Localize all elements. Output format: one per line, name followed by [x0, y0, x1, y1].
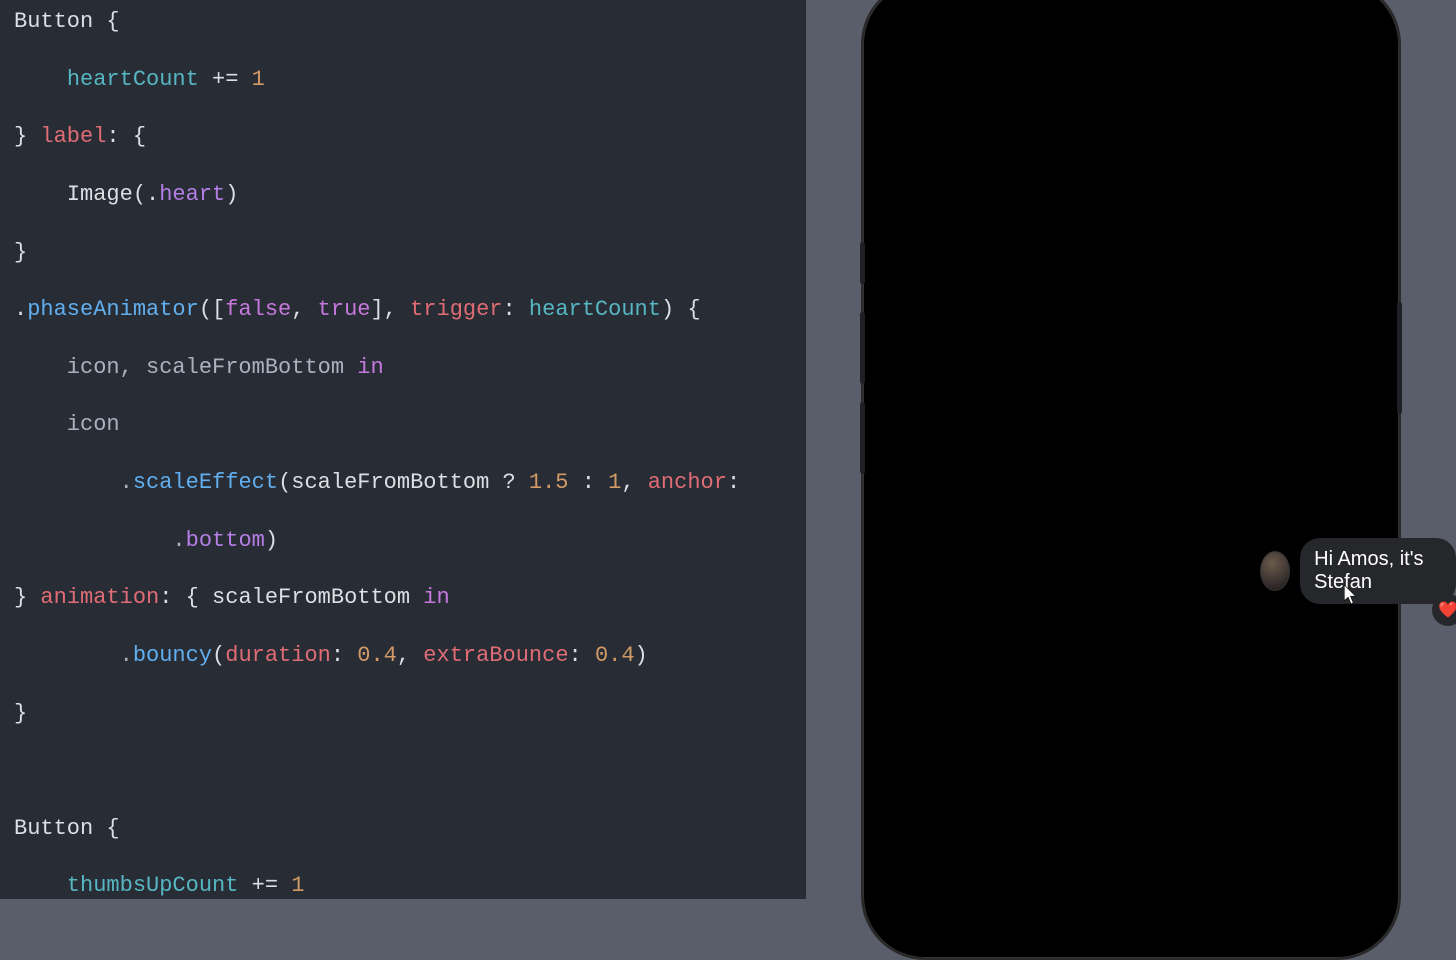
code-line[interactable]: } label: {	[14, 123, 792, 152]
volume-up-button	[860, 312, 865, 384]
code-line[interactable]: .bottom)	[14, 527, 792, 556]
code-line[interactable]: }	[14, 239, 792, 268]
iphone-simulator[interactable]	[861, 0, 1401, 960]
simulator-pane: Hi Amos, it's Stefan ❤️	[806, 0, 1456, 899]
code-line[interactable]: } animation: { scaleFromBottom in	[14, 584, 792, 613]
code-line[interactable]: icon	[14, 411, 792, 440]
power-button	[1397, 302, 1402, 414]
code-line[interactable]: Button {	[14, 8, 792, 37]
code-line[interactable]: Button {	[14, 815, 792, 844]
code-line[interactable]: .phaseAnimator([false, true], trigger: h…	[14, 296, 792, 325]
heart-icon: ❤️	[1438, 600, 1456, 620]
code-line[interactable]: heartCount += 1	[14, 66, 792, 95]
heart-reaction[interactable]: ❤️	[1432, 594, 1456, 626]
volume-down-button	[860, 402, 865, 474]
code-line[interactable]: .scaleEffect(scaleFromBottom ? 1.5 : 1, …	[14, 469, 792, 498]
message-row: Hi Amos, it's Stefan ❤️	[1260, 538, 1456, 604]
message-bubble[interactable]: Hi Amos, it's Stefan ❤️	[1300, 538, 1456, 604]
message-text: Hi Amos, it's Stefan	[1314, 548, 1423, 593]
code-line[interactable]	[14, 757, 792, 786]
code-line[interactable]: .bouncy(duration: 0.4, extraBounce: 0.4)	[14, 642, 792, 671]
code-line[interactable]: icon, scaleFromBottom in	[14, 354, 792, 383]
code-line[interactable]: }	[14, 700, 792, 729]
avatar[interactable]	[1260, 551, 1290, 591]
code-line[interactable]: Image(.heart)	[14, 181, 792, 210]
silence-switch	[860, 242, 865, 284]
code-editor[interactable]: Button { heartCount += 1 } label: { Imag…	[0, 0, 806, 899]
code-line[interactable]: thumbsUpCount += 1	[14, 872, 792, 899]
